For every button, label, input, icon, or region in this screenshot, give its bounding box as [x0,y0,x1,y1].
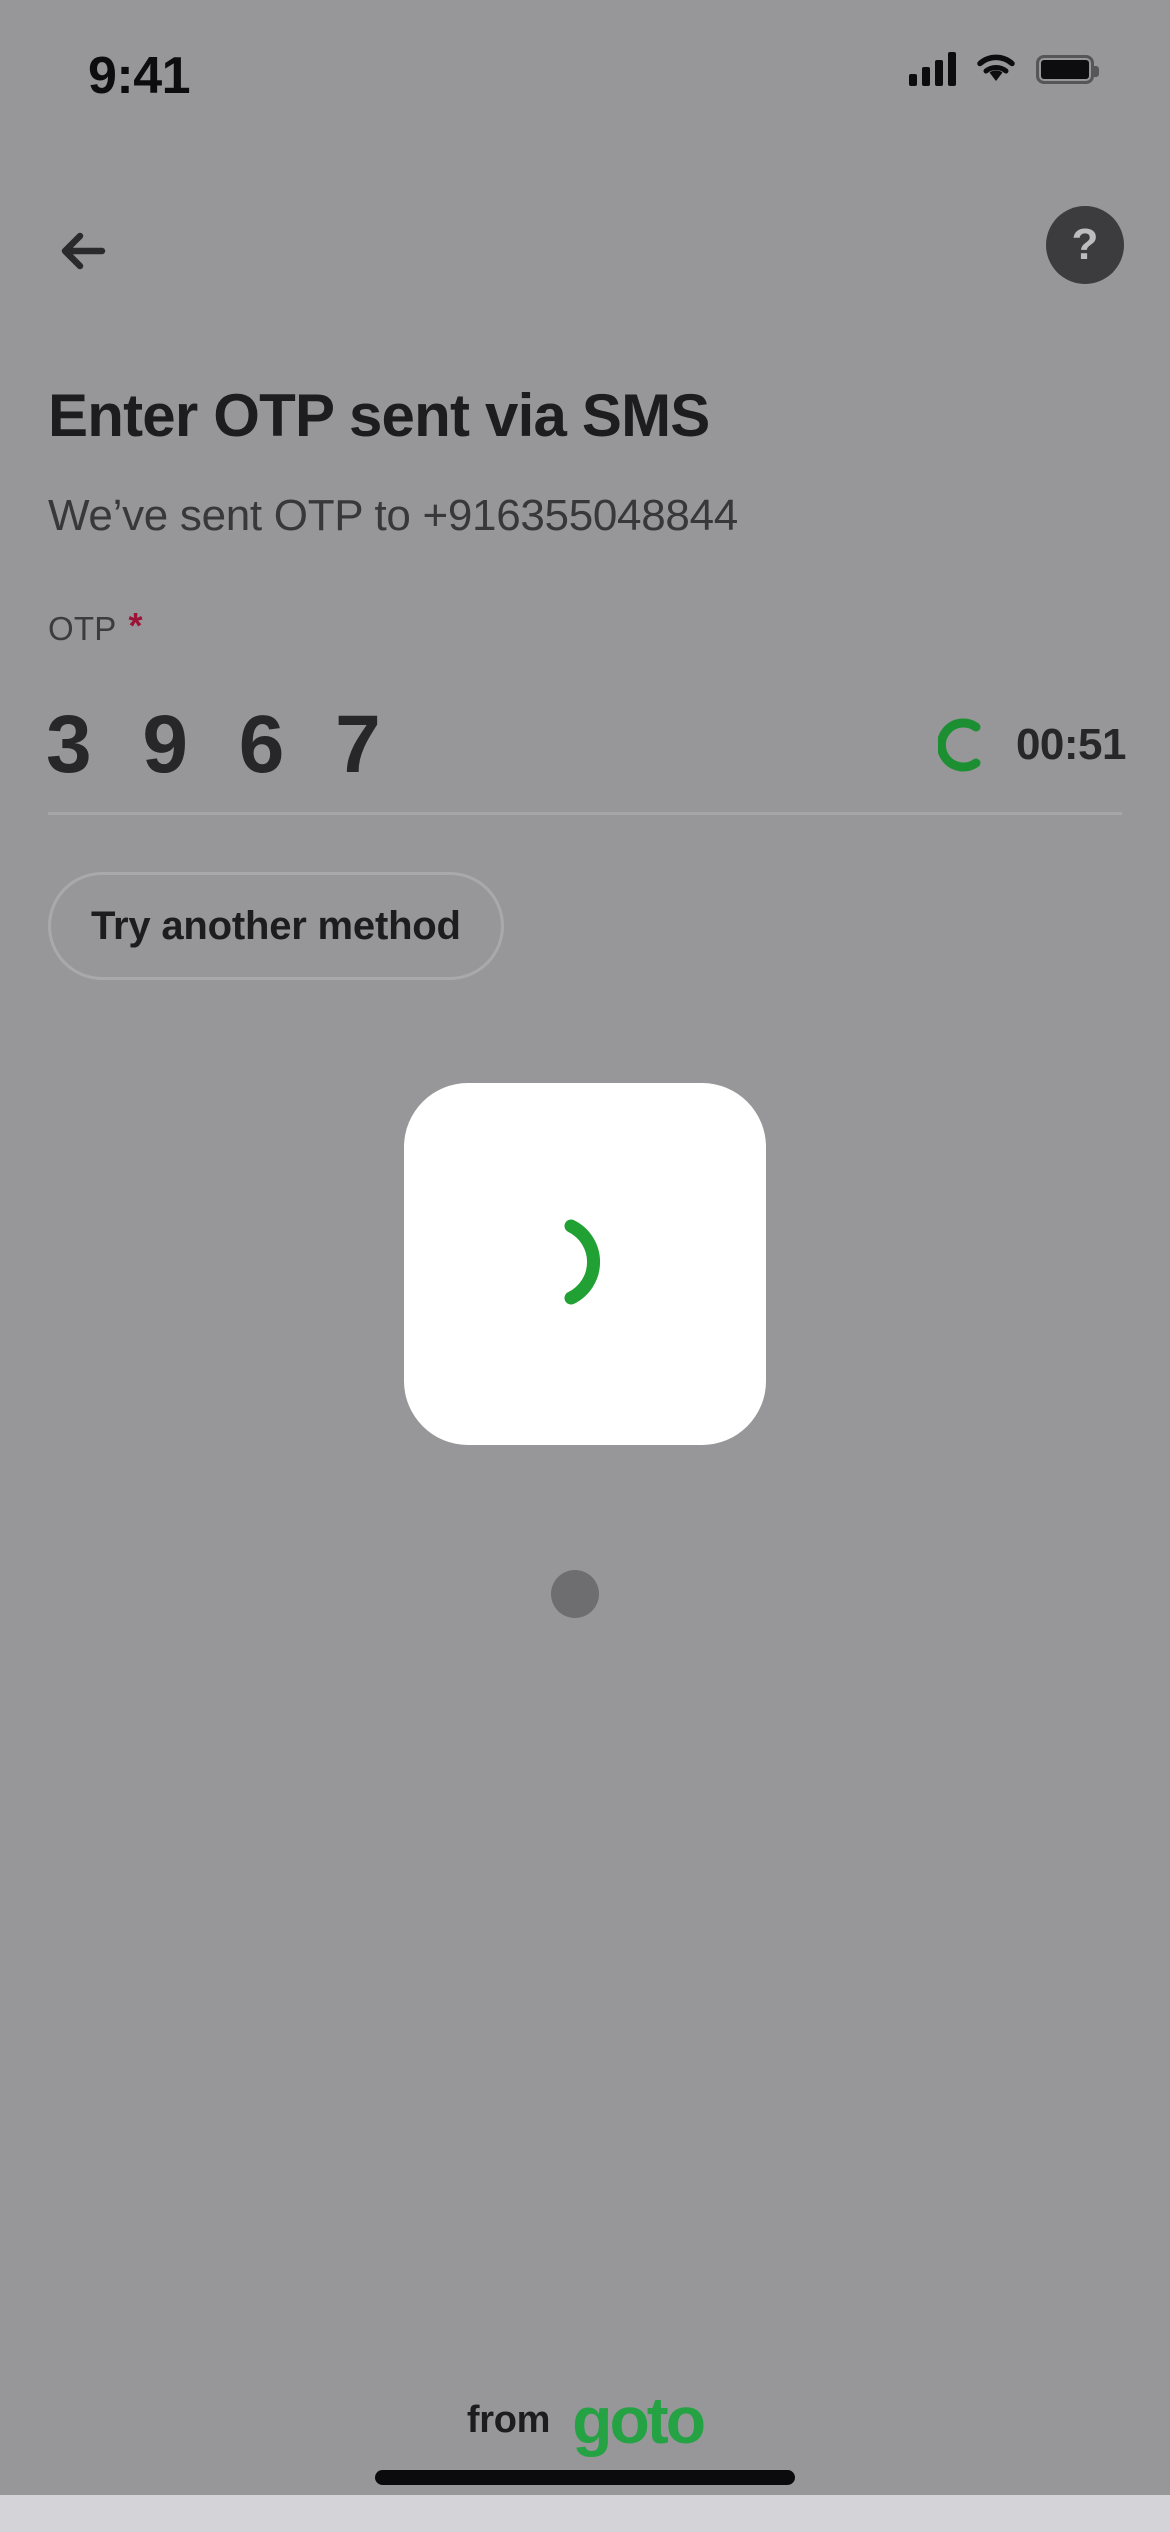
timer-text: 00:51 [1015,720,1127,769]
page-title: Enter OTP sent via SMS [48,382,710,449]
divider [48,812,1122,815]
navigation-bar: ? [0,190,1170,310]
goto-logo: goto [572,2383,706,2457]
wifi-icon [974,51,1018,88]
footer-branding: from goto [0,2382,1170,2458]
status-bar: 9:41 [0,0,1170,140]
otp-input-row: 3 9 6 7 00:51 [0,690,1170,800]
phone-screen: 9:41 ? Enter OTP sent via SMS We’ve sent… [0,0,1170,2532]
loading-spinner-icon [525,1202,645,1327]
back-button[interactable] [46,208,132,294]
resend-timer: 00:51 [937,690,1127,800]
required-asterisk: * [128,605,143,646]
resend-spinner-icon [937,717,994,773]
cellular-signal-icon [909,52,956,86]
otp-input[interactable]: 3 9 6 7 [46,690,395,800]
home-indicator[interactable] [375,2470,795,2485]
try-another-method-button[interactable]: Try another method [48,872,504,980]
footer-from-label: from [466,2398,551,2441]
status-bar-time: 9:41 [88,47,191,105]
loading-card [404,1083,766,1445]
page-indicator-dot [551,1570,599,1618]
status-bar-icons [909,48,1099,90]
otp-field-label-row: OTP * [48,605,143,648]
otp-field-label: OTP [48,610,117,647]
help-question-icon: ? [1071,220,1099,269]
bottom-strip [0,2495,1170,2532]
battery-full-icon [1036,54,1099,84]
page-subtitle: We’ve sent OTP to +916355048844 [48,491,738,540]
help-button[interactable]: ? [1046,206,1124,284]
